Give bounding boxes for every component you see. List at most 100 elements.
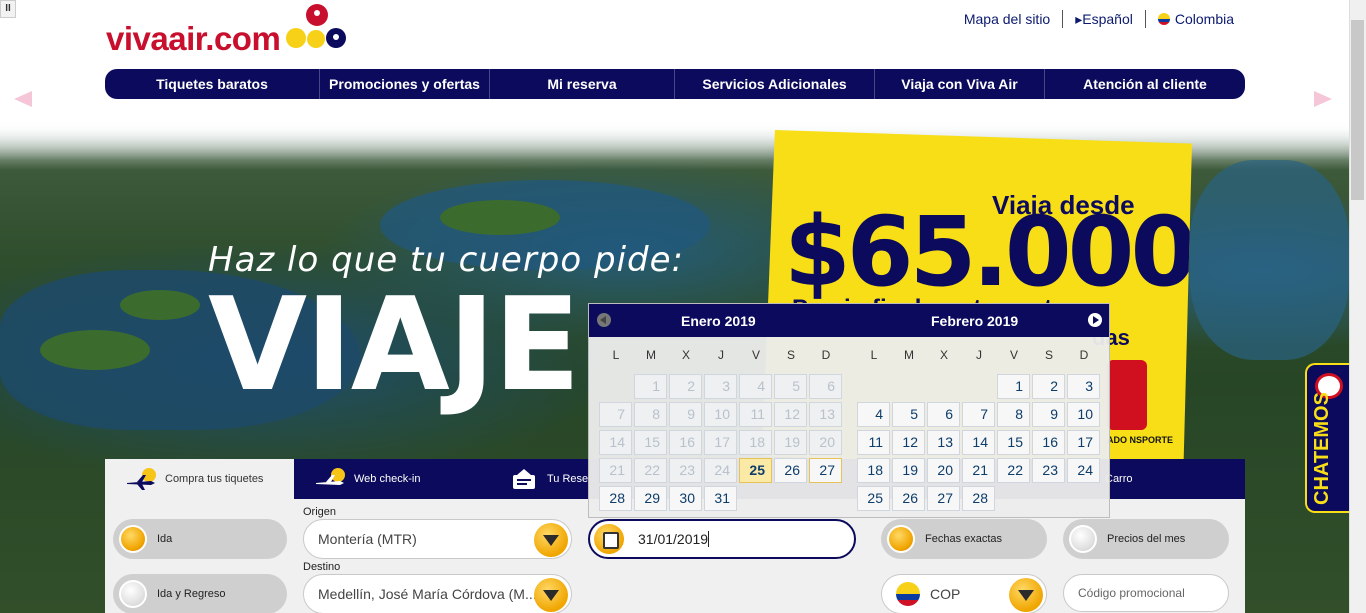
currency-select[interactable]: COP	[881, 574, 1047, 613]
calendar-day[interactable]: 1	[997, 374, 1030, 399]
calendar-day[interactable]: 4	[857, 402, 890, 427]
logo-dots-icon	[286, 4, 347, 58]
calendar-day[interactable]: 20	[927, 458, 960, 483]
calendar-day[interactable]: 27	[809, 458, 842, 483]
calendar-day: 5	[774, 374, 807, 399]
calendar-day[interactable]: 9	[1032, 402, 1065, 427]
calendar-day[interactable]: 11	[857, 430, 890, 455]
calendar-day[interactable]: 25	[739, 458, 772, 483]
carousel-next-arrow-icon[interactable]	[1314, 91, 1332, 107]
tab-label: Compra tus tiquetes	[165, 473, 264, 485]
weekday-label: D	[821, 348, 831, 362]
calendar-day[interactable]: 31	[704, 486, 737, 511]
calendar-day: 18	[739, 430, 772, 455]
promo-badge	[1107, 360, 1147, 430]
calendar-day[interactable]: 27	[927, 486, 960, 511]
calendar-day[interactable]: 2	[1032, 374, 1065, 399]
calendar-day[interactable]: 7	[962, 402, 995, 427]
calendar-day[interactable]: 21	[962, 458, 995, 483]
dropdown-arrow-icon[interactable]	[534, 523, 568, 557]
page-scrollbar[interactable]	[1349, 0, 1366, 613]
calendar-day[interactable]: 18	[857, 458, 890, 483]
calendar-day[interactable]: 30	[669, 486, 702, 511]
calendar-icon[interactable]	[594, 524, 624, 554]
nav-mi-reserva[interactable]: Mi reserva	[490, 69, 675, 99]
calendar-day[interactable]: 26	[774, 458, 807, 483]
calendar-day[interactable]: 19	[892, 458, 925, 483]
calendar-day[interactable]: 23	[1032, 458, 1065, 483]
trip-one-way-option[interactable]: Ida	[113, 519, 287, 559]
calendar-day[interactable]: 28	[599, 486, 632, 511]
nav-servicios-adicionales[interactable]: Servicios Adicionales	[675, 69, 875, 99]
calendar-day[interactable]: 5	[892, 402, 925, 427]
option-label: Fechas exactas	[925, 533, 1003, 545]
dropdown-arrow-icon[interactable]	[534, 578, 568, 612]
nav-viaja-con-viva-air[interactable]: Viaja con Viva Air	[875, 69, 1045, 99]
calendar-day[interactable]: 24	[1067, 458, 1100, 483]
origin-select[interactable]: Montería (MTR)	[303, 519, 572, 559]
calendar-day[interactable]: 12	[892, 430, 925, 455]
destination-select[interactable]: Medellín, José María Córdova (M...	[303, 574, 572, 613]
destination-value: Medellín, José María Córdova (M...	[318, 586, 537, 602]
logo-wordmark: vivaair.com	[106, 20, 281, 58]
nav-atencion-al-cliente[interactable]: Atención al cliente	[1045, 69, 1245, 99]
weekday-label: D	[1079, 348, 1089, 362]
promo-code-input[interactable]: Código promocional	[1063, 574, 1229, 612]
dropdown-arrow-icon[interactable]	[1009, 578, 1043, 612]
calendar-day: 2	[669, 374, 702, 399]
calendar-day: 23	[669, 458, 702, 483]
calendar-day[interactable]: 26	[892, 486, 925, 511]
calendar-day[interactable]: 13	[927, 430, 960, 455]
calendar-day: 10	[704, 402, 737, 427]
country-selector[interactable]: Colombia	[1157, 11, 1234, 27]
nav-tiquetes-baratos[interactable]: Tiquetes baratos	[105, 69, 320, 99]
tab-web-checkin[interactable]: Web check-in	[294, 459, 487, 499]
exact-dates-option[interactable]: Fechas exactas	[881, 519, 1047, 559]
calendar-day[interactable]: 22	[997, 458, 1030, 483]
calendar-day[interactable]: 16	[1032, 430, 1065, 455]
prev-month-icon[interactable]	[597, 313, 611, 327]
tab-compra-tiquetes[interactable]: Compra tus tiquetes	[105, 459, 294, 499]
option-label: Ida	[157, 533, 173, 545]
left-month-title: Enero 2019	[681, 313, 756, 329]
language-selector[interactable]: ▸Español	[1075, 11, 1133, 28]
calendar-day: 11	[739, 402, 772, 427]
weekday-label: M	[646, 348, 656, 362]
calendar-day[interactable]: 28	[962, 486, 995, 511]
weekday-label: S	[1044, 348, 1053, 362]
currency-value: COP	[930, 586, 961, 602]
calendar-day[interactable]: 3	[1067, 374, 1100, 399]
calendar-day[interactable]: 8	[997, 402, 1030, 427]
vivaair-logo[interactable]: vivaair.com	[106, 4, 347, 58]
promo-badge-text: ADO NSPORTE	[1107, 435, 1174, 445]
carousel-prev-arrow-icon[interactable]	[14, 91, 32, 107]
month-prices-option[interactable]: Precios del mes	[1063, 519, 1229, 559]
calendar-day[interactable]: 14	[962, 430, 995, 455]
carousel-pause-button[interactable]: II	[0, 0, 16, 18]
weekday-label: J	[718, 348, 724, 362]
text-cursor	[708, 531, 710, 547]
calendar-day[interactable]: 6	[927, 402, 960, 427]
promo-code-placeholder: Código promocional	[1078, 586, 1185, 600]
weekday-label: X	[681, 348, 690, 362]
calendar-day[interactable]: 10	[1067, 402, 1100, 427]
weekday-label: J	[976, 348, 982, 362]
next-month-icon[interactable]	[1088, 313, 1102, 327]
scrollbar-thumb[interactable]	[1351, 20, 1364, 200]
calendar-day: 17	[704, 430, 737, 455]
calendar-day[interactable]: 15	[997, 430, 1030, 455]
radio-unselected-icon	[119, 580, 147, 608]
calendar-day: 9	[669, 402, 702, 427]
link-site-map[interactable]: Mapa del sitio	[964, 11, 1050, 27]
calendar-day[interactable]: 17	[1067, 430, 1100, 455]
tab-carro[interactable]: Carro	[1101, 459, 1245, 499]
calendar-day: 14	[599, 430, 632, 455]
chat-tab[interactable]: CHATEMOS	[1305, 363, 1351, 513]
nav-promociones[interactable]: Promociones y ofertas	[320, 69, 490, 99]
calendar-day[interactable]: 29	[634, 486, 667, 511]
divider	[1062, 10, 1064, 28]
calendar-day[interactable]: 25	[857, 486, 890, 511]
trip-round-trip-option[interactable]: Ida y Regreso	[113, 574, 287, 613]
logo-com: .com	[205, 20, 281, 57]
departure-date-input[interactable]: 31/01/2019	[588, 519, 856, 559]
